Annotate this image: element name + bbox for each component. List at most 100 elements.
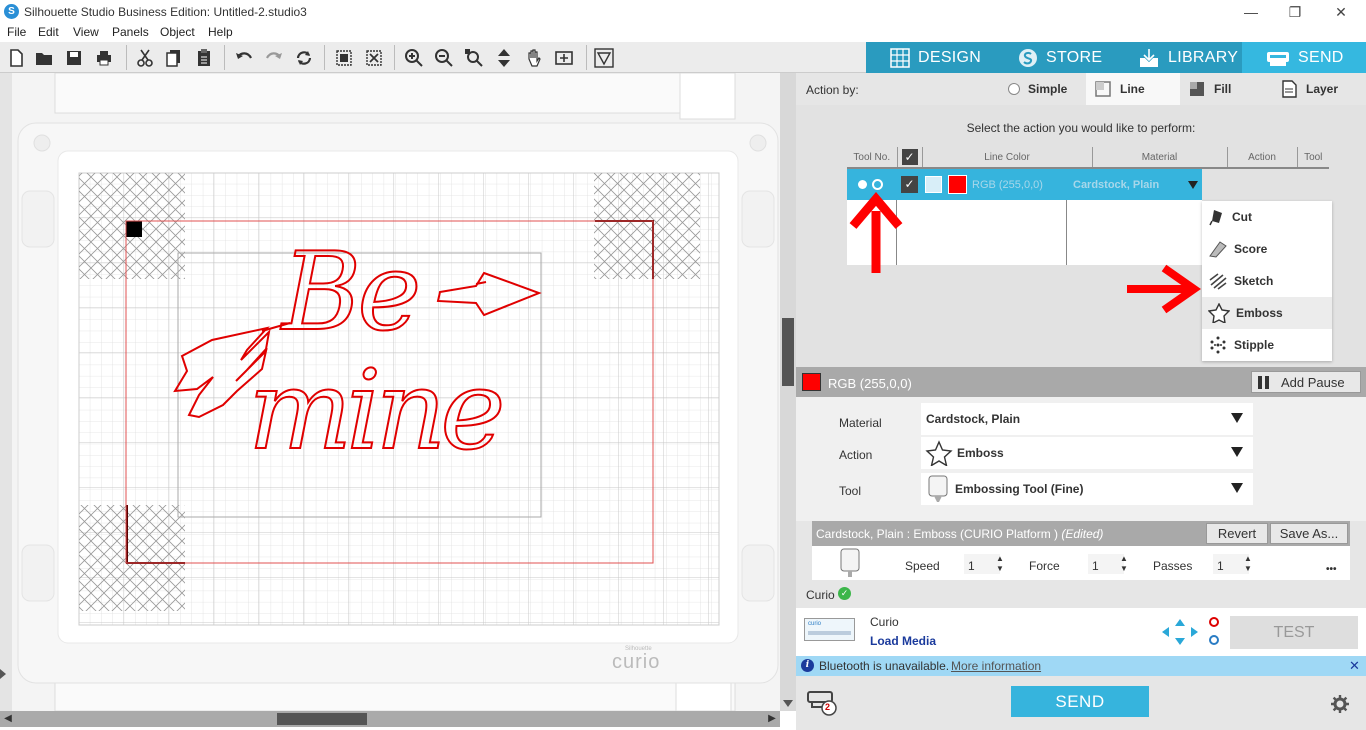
material-label: Material — [839, 416, 882, 430]
horizontal-scrollbar[interactable]: ◀ ▶ — [0, 711, 780, 727]
save-as-button[interactable]: Save As... — [1270, 523, 1348, 544]
send-queue-icon[interactable] — [806, 688, 840, 718]
tab-store[interactable]: STORE — [992, 42, 1116, 73]
passes-stepper[interactable]: ▲ ▼ — [1244, 554, 1252, 574]
cut-scissors-icon[interactable] — [133, 46, 157, 70]
column-tool: Tool — [1297, 147, 1329, 169]
close-button[interactable]: ✕ — [1326, 2, 1356, 22]
load-media-button[interactable]: Load Media — [870, 634, 936, 648]
force-input[interactable]: 1 — [1088, 554, 1124, 574]
speed-stepper[interactable]: ▲ ▼ — [996, 554, 1004, 574]
tool-select[interactable]: Embossing Tool (Fine) — [921, 473, 1253, 505]
tool-2-radio-icon[interactable] — [872, 179, 883, 190]
add-pause-button[interactable]: Add Pause — [1251, 371, 1361, 393]
test-button[interactable]: TEST — [1230, 616, 1358, 649]
tab-layer[interactable]: Layer — [1272, 73, 1366, 105]
add-page-icon[interactable] — [552, 46, 576, 70]
tab-fill[interactable]: Fill — [1180, 73, 1272, 105]
material-select[interactable]: Cardstock, Plain — [921, 403, 1253, 435]
menu-view[interactable]: View — [73, 25, 99, 39]
menu-help[interactable]: Help — [208, 25, 233, 39]
design-canvas[interactable]: Be mine Silhouette curio — [0, 73, 780, 711]
menu-file[interactable]: File — [7, 25, 26, 39]
paste-clipboard-icon[interactable] — [192, 46, 216, 70]
vertical-scroll-thumb[interactable] — [782, 318, 794, 386]
preset-bar: Cardstock, Plain : Emboss (CURIO Platfor… — [812, 521, 1350, 546]
pan-hand-icon[interactable] — [522, 46, 546, 70]
send-button[interactable]: SEND — [1011, 686, 1149, 717]
fill-icon — [1190, 82, 1204, 96]
fit-to-page-icon[interactable] — [492, 46, 516, 70]
action-label: Action — [839, 448, 873, 462]
info-icon: i — [801, 659, 814, 672]
tool-label: Tool — [839, 484, 862, 498]
action-option-score[interactable]: Score — [1202, 233, 1332, 265]
tab-line[interactable]: Line — [1086, 73, 1180, 105]
print-icon[interactable] — [92, 46, 116, 70]
ungroup-icon[interactable] — [362, 46, 386, 70]
notification-close-icon[interactable]: ✕ — [1349, 658, 1360, 674]
check-all-icon[interactable]: ✓ — [901, 149, 918, 165]
tab-simple[interactable]: Simple — [1000, 73, 1086, 105]
table-row[interactable]: ✓ RGB (255,0,0) Cardstock, Plain — [847, 169, 1202, 200]
column-check[interactable]: ✓ — [897, 147, 923, 169]
action-dropdown: Cut Score Sketch Emboss Stipple — [1202, 201, 1332, 361]
scroll-down-arrow-icon[interactable] — [783, 700, 793, 707]
action-by-label: Action by: — [806, 83, 859, 97]
revert-button[interactable]: Revert — [1206, 523, 1268, 544]
trace-icon[interactable] — [592, 46, 616, 70]
tab-design[interactable]: DESIGN — [866, 42, 992, 73]
undo-icon[interactable] — [232, 46, 256, 70]
connected-check-icon: ✓ — [838, 587, 851, 600]
curio-machine-thumbnail: curio — [804, 618, 855, 641]
vertical-scrollbar[interactable] — [780, 73, 796, 711]
new-file-icon[interactable] — [4, 46, 28, 70]
tab-library[interactable]: LIBRARY — [1116, 42, 1242, 73]
zoom-out-icon[interactable] — [432, 46, 456, 70]
copy-icon[interactable] — [162, 46, 186, 70]
notification-text: Bluetooth is unavailable. — [819, 659, 950, 673]
menu-object[interactable]: Object — [160, 25, 195, 39]
line-style-icon — [925, 176, 942, 193]
zoom-select-icon[interactable] — [462, 46, 486, 70]
speed-input[interactable]: 1 — [964, 554, 1000, 574]
redraw-icon[interactable] — [292, 46, 316, 70]
tab-send[interactable]: SEND — [1242, 42, 1366, 73]
scroll-right-arrow-icon[interactable]: ▶ — [766, 713, 778, 725]
workspace-tabs: DESIGN STORE LIBRARY SEND — [866, 42, 1366, 73]
column-line-color: Line Color — [922, 147, 1093, 169]
gear-icon[interactable] — [1330, 694, 1350, 714]
group-icon[interactable] — [332, 46, 356, 70]
force-stepper[interactable]: ▲ ▼ — [1120, 554, 1128, 574]
row-material: Cardstock, Plain — [1073, 179, 1160, 191]
move-arrows-icon[interactable] — [1160, 617, 1200, 647]
embossing-tool-icon — [928, 475, 948, 502]
design-text-mine[interactable]: mine — [247, 345, 506, 475]
zoom-in-icon[interactable] — [402, 46, 426, 70]
menu-panels[interactable]: Panels — [112, 25, 149, 39]
tool-2-indicator-icon — [1209, 635, 1219, 645]
material-dropdown-arrow-icon[interactable] — [1188, 181, 1198, 189]
action-option-sketch[interactable]: Sketch — [1202, 265, 1332, 297]
action-option-stipple[interactable]: Stipple — [1202, 329, 1332, 361]
action-option-cut[interactable]: Cut — [1202, 201, 1332, 233]
minimize-button[interactable]: — — [1236, 2, 1266, 22]
more-options-button[interactable]: ••• — [1326, 564, 1337, 575]
row-check-icon[interactable]: ✓ — [901, 176, 918, 193]
restore-button[interactable]: ❐ — [1280, 2, 1310, 22]
window-title: Silhouette Studio Business Edition: Unti… — [24, 5, 307, 19]
collapse-arrow-icon[interactable] — [0, 669, 6, 679]
design-text-be[interactable]: Be — [281, 232, 422, 354]
chevron-down-icon — [1231, 447, 1243, 457]
scroll-left-arrow-icon[interactable]: ◀ — [2, 713, 14, 725]
action-select[interactable]: Emboss — [921, 437, 1253, 469]
action-option-emboss[interactable]: Emboss — [1202, 297, 1332, 329]
bluetooth-notification: i Bluetooth is unavailable. More informa… — [796, 656, 1366, 676]
redo-icon[interactable] — [262, 46, 286, 70]
tool-1-dot-icon[interactable] — [858, 180, 867, 189]
horizontal-scroll-thumb[interactable] — [277, 713, 367, 725]
open-folder-icon[interactable] — [32, 46, 56, 70]
save-icon[interactable] — [62, 46, 86, 70]
menu-edit[interactable]: Edit — [38, 25, 59, 39]
more-information-link[interactable]: More information — [951, 659, 1041, 673]
